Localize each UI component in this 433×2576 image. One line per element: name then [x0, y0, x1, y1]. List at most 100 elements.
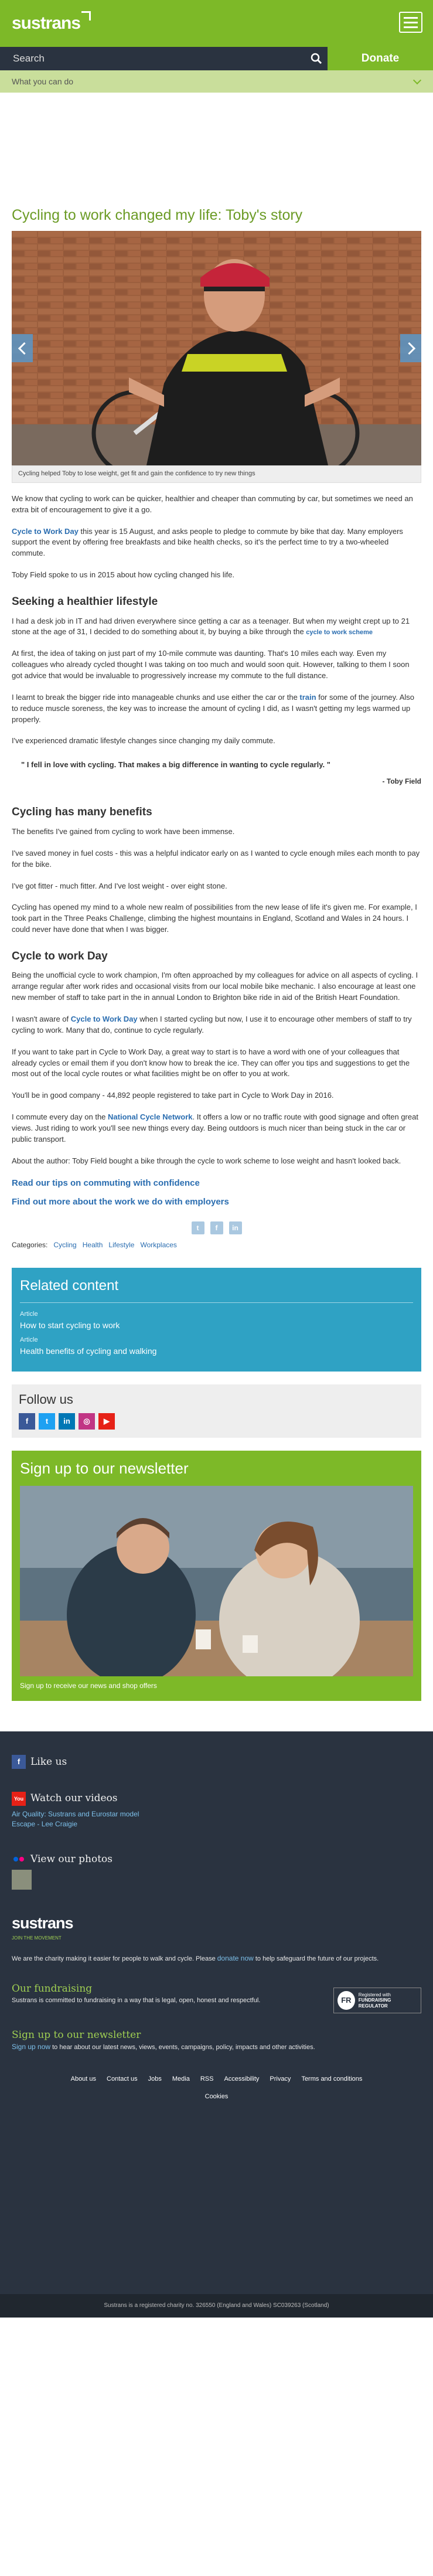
commuting-tips-link[interactable]: Read our tips on commuting with confiden… [12, 1177, 421, 1190]
facebook-share-icon[interactable]: f [210, 1221, 223, 1234]
site-footer: f Like us You Watch our videos Air Quali… [0, 1731, 433, 2318]
footer-logo[interactable]: sustrans [12, 1912, 421, 1935]
youtube-icon[interactable]: ▶ [98, 1413, 115, 1430]
footer-brand: sustrans JOIN THE MOVEMENT We are the ch… [12, 1912, 421, 1964]
linkedin-icon[interactable]: in [59, 1413, 75, 1430]
signup-section: Sign up to our newsletter Sign up now to… [12, 2028, 421, 2053]
signup-title: Sign up to our newsletter [12, 2029, 141, 2041]
photos-section: View our photos [12, 1852, 421, 1890]
twitter-share-icon[interactable]: t [191, 1221, 204, 1234]
instagram-icon[interactable]: ◎ [79, 1413, 95, 1430]
follow-us: Follow us f t in ◎ ▶ [12, 1384, 421, 1438]
signup-now-link[interactable]: Sign up now [12, 2043, 50, 2051]
related-link[interactable]: Health benefits of cycling and walking [20, 1345, 413, 1357]
legal-text: Sustrans is a registered charity no. 326… [0, 2293, 433, 2318]
regulator-text: Registered with FUNDRAISING REGULATOR [359, 1992, 417, 2009]
what-you-can-do-label: What you can do [12, 77, 74, 86]
videos-section: You Watch our videos Air Quality: Sustra… [12, 1791, 421, 1829]
like-us[interactable]: f Like us [12, 1754, 421, 1769]
footer-nav-link[interactable]: Terms and conditions [301, 2075, 362, 2084]
flickr-icon[interactable] [12, 1852, 26, 1866]
cycle-scheme-link[interactable]: cycle to work scheme [306, 629, 373, 636]
paragraph: The benefits I've gained from cycling to… [12, 827, 235, 836]
hero-carousel: Cycling helped Toby to lose weight, get … [12, 231, 421, 483]
search-bar: Donate [0, 47, 433, 70]
related-title: Related content [20, 1276, 413, 1304]
train-link[interactable]: train [299, 693, 316, 702]
charity-text-part: to help safeguard the future of our proj… [253, 1955, 379, 1962]
intro-paragraph: We know that cycling to work can be quic… [12, 494, 413, 514]
donate-now-link[interactable]: donate now [217, 1954, 254, 1962]
footer-nav-link[interactable]: Privacy [270, 2075, 291, 2084]
youtube-icon[interactable]: You [12, 1791, 26, 1806]
people-cafe-photo [20, 1486, 413, 1677]
donate-button[interactable]: Donate [328, 47, 433, 70]
paragraph: Cycling has opened my mind to a whole ne… [12, 903, 417, 934]
sustrans-logo[interactable]: sustrans [12, 11, 91, 36]
registered-with: Registered with [358, 1992, 391, 1997]
hero-photo [12, 231, 421, 465]
follow-us-title: Follow us [19, 1391, 73, 1407]
footer-nav-link[interactable]: About us [71, 2075, 96, 2084]
photo-thumbnail[interactable] [12, 1870, 32, 1890]
related-kind: Article [20, 1311, 38, 1318]
paragraph: You'll be in good company - 44,892 peopl… [12, 1091, 334, 1100]
like-us-title: Like us [30, 1755, 67, 1768]
view-photos-title: View our photos [30, 1853, 113, 1865]
page-title: Cycling to work changed my life: Toby's … [12, 207, 303, 223]
footer-nav-link[interactable]: Cookies [205, 2092, 229, 2102]
paragraph-text: I learnt to break the bigger ride into m… [12, 692, 300, 702]
paragraph: I've experienced dramatic lifestyle chan… [12, 736, 275, 746]
category-link[interactable]: Health [83, 1240, 103, 1250]
facebook-icon[interactable]: f [19, 1413, 35, 1430]
footer-nav-link[interactable]: Accessibility [224, 2075, 259, 2084]
section-heading: Cycle to work Day [12, 950, 108, 962]
video-link[interactable]: Air Quality: Sustrans and Eurostar model [12, 1809, 421, 1819]
footer-nav-link[interactable]: RSS [200, 2075, 214, 2084]
cycle-to-work-day-link[interactable]: Cycle to Work Day [12, 527, 79, 536]
footer-nav: About us Contact us Jobs Media RSS Acces… [12, 2075, 421, 2102]
paragraph: I've saved money in fuel costs - this wa… [12, 848, 420, 869]
what-you-can-do-dropdown[interactable]: What you can do [0, 70, 433, 93]
paragraph: I've got fitter - much fitter. And I've … [12, 881, 227, 890]
fundraising-title: Our fundraising [12, 1982, 93, 1995]
category-link[interactable]: Workplaces [140, 1240, 176, 1250]
regulator-name: FUNDRAISING REGULATOR [358, 1997, 391, 2009]
cycle-to-work-day-link[interactable]: Cycle to Work Day [71, 1015, 138, 1023]
fr-logo-icon: FR [337, 1990, 355, 2010]
search-input[interactable] [0, 47, 316, 70]
related-kind: Article [20, 1336, 38, 1344]
linkedin-share-icon[interactable]: in [229, 1221, 242, 1234]
video-link[interactable]: Escape - Lee Craigie [12, 1819, 421, 1829]
logo-text: sustrans [12, 13, 81, 33]
footer-nav-link[interactable]: Contact us [107, 2075, 138, 2084]
employers-link[interactable]: Find out more about the work we do with … [12, 1196, 421, 1209]
national-cycle-network-link[interactable]: National Cycle Network [108, 1112, 193, 1121]
newsletter-text[interactable]: Sign up to receive our news and shop off… [20, 1681, 413, 1691]
paragraph: I commute every day on the National Cycl… [12, 1112, 421, 1145]
newsletter-box: Sign up to our newsletter Sign up to rec… [12, 1451, 421, 1701]
paragraph: I learnt to break the bigger ride into m… [12, 692, 421, 726]
menu-icon[interactable] [399, 12, 422, 33]
category-link[interactable]: Cycling [53, 1240, 76, 1250]
related-link[interactable]: How to start cycling to work [20, 1319, 413, 1331]
category-link[interactable]: Lifestyle [108, 1240, 134, 1250]
pull-quote: " I fell in love with cycling. That make… [21, 760, 330, 770]
signup-text: Sign up now to hear about our latest new… [12, 2042, 421, 2053]
related-item[interactable]: Article Health benefits of cycling and w… [20, 1336, 413, 1357]
paragraph: At first, the idea of taking on just par… [12, 649, 410, 680]
carousel-next-button[interactable] [400, 334, 421, 362]
section-heading: Seeking a healthier lifestyle [12, 595, 158, 608]
footer-nav-link[interactable]: Jobs [148, 2075, 162, 2084]
newsletter-title: Sign up to our newsletter [20, 1459, 189, 1478]
twitter-icon[interactable]: t [39, 1413, 55, 1430]
paragraph: Being the unofficial cycle to work champ… [12, 971, 418, 1002]
carousel-prev-button[interactable] [12, 334, 33, 362]
search-icon[interactable] [311, 53, 322, 64]
footer-nav-link[interactable]: Media [172, 2075, 190, 2084]
fundraising-regulator-badge[interactable]: FR Registered with FUNDRAISING REGULATOR [333, 1987, 421, 2013]
related-item[interactable]: Article How to start cycling to work [20, 1310, 413, 1331]
paragraph: If you want to take part in Cycle to Wor… [12, 1047, 410, 1078]
section-heading: Cycling has many benefits [12, 806, 152, 819]
facebook-icon[interactable]: f [12, 1754, 26, 1769]
